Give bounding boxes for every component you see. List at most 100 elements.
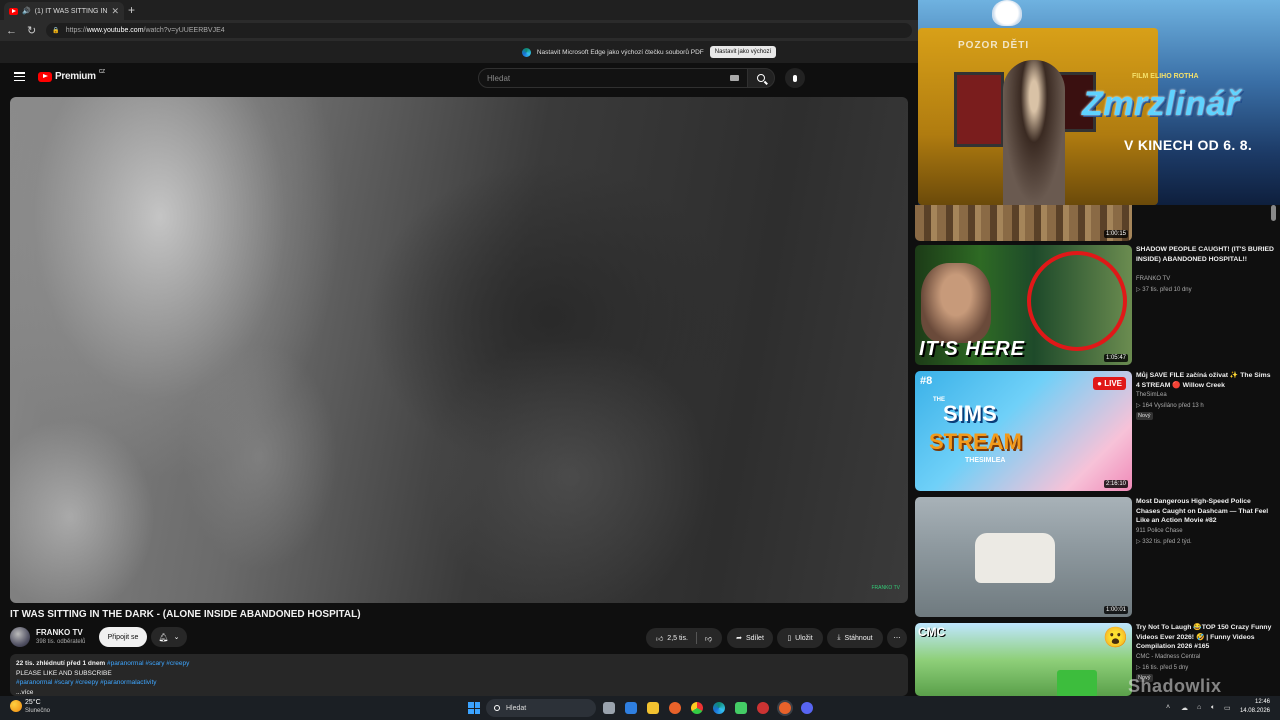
save-label: Uložit <box>795 634 813 642</box>
like-count[interactable]: 2,5 tis. <box>667 635 688 642</box>
firefox-icon[interactable] <box>669 702 681 714</box>
duration-badge: 1:00:15 <box>1103 230 1128 238</box>
weather-description[interactable]: Slunečno <box>25 708 50 714</box>
related-video[interactable]: 1:00:15 <box>915 205 1278 241</box>
channel-avatar[interactable] <box>10 627 30 647</box>
download-button[interactable]: ⤓ Stáhnout <box>827 628 883 648</box>
download-icon: ⤓ <box>837 634 841 641</box>
chevron-down-icon: ⌄ <box>173 634 180 641</box>
battery-icon[interactable]: ▭ <box>1224 704 1231 712</box>
divider <box>695 632 697 644</box>
tab-close-icon[interactable]: ✕ <box>111 6 119 17</box>
thumbnail-sims-text: SIMS <box>943 401 997 426</box>
edge-logo-icon <box>521 47 531 57</box>
menu-icon[interactable] <box>14 72 25 81</box>
ad-brand: FILM ELIHO ROTHA <box>1132 73 1199 80</box>
laughing-emoji-icon: 😮 <box>1103 627 1128 649</box>
windows-start-icon[interactable] <box>468 702 480 714</box>
clock-date[interactable]: 14.08.2026 <box>1232 708 1270 714</box>
thumbnail-stream-text: STREAM <box>929 429 1022 454</box>
video-player[interactable]: FRANKO TV <box>10 97 908 603</box>
video-thumbnail[interactable]: 1:00:15 <box>915 205 1132 241</box>
url-field[interactable]: 🔒 https://www.youtube.com/watch?v=yUUEER… <box>46 23 912 38</box>
related-video-channel[interactable]: 911 Police Chase <box>1136 528 1183 534</box>
search-icon <box>494 705 500 711</box>
download-label: Stáhnout <box>844 634 873 642</box>
reload-icon[interactable]: ↻ <box>27 24 36 37</box>
ad-banner[interactable]: POZOR DĚTI FILM ELIHO ROTHA Zmrzlinář V … <box>918 0 1280 205</box>
video-thumbnail[interactable]: #8 ● LIVE THE SIMS STREAM THESIMLEA 2:16… <box>915 371 1132 491</box>
logo-text: Premium <box>55 71 96 82</box>
country-code: CZ <box>98 68 105 75</box>
related-video-title[interactable]: Most Dangerous High-Speed Police Chases … <box>1136 497 1276 526</box>
join-button[interactable]: Připojit se <box>99 627 147 647</box>
video-description[interactable]: 22 tis. zhlédnutí před 1 dnem #paranorma… <box>10 654 908 696</box>
overlay-watermark: Shadowlix <box>1128 676 1222 696</box>
related-video-title[interactable]: Try Not To Laugh 😂TOP 150 Crazy Funny Vi… <box>1136 623 1276 652</box>
youtube-favicon-icon <box>9 7 18 15</box>
related-video[interactable]: 1:00:01 Most Dangerous High-Speed Police… <box>915 497 1278 617</box>
app-icon[interactable] <box>757 702 769 714</box>
edge-icon[interactable] <box>713 702 725 714</box>
weather-temperature[interactable]: 25°C <box>25 699 41 706</box>
related-video[interactable]: #8 ● LIVE THE SIMS STREAM THESIMLEA 2:16… <box>915 371 1278 491</box>
thumbnail-channel-text: THESIMLEA <box>965 457 1006 464</box>
cloud-icon[interactable]: ☁ <box>1181 704 1188 712</box>
related-video[interactable]: IT'S HERE 1:05:47 SHADOW PEOPLE CAUGHT! … <box>915 245 1278 365</box>
chrome-icon[interactable] <box>691 702 703 714</box>
video-thumbnail[interactable]: CMC 😮 <box>915 623 1132 696</box>
tray-chevron-icon[interactable]: ˄ <box>1166 704 1170 711</box>
volume-icon[interactable]: 🔈︎ <box>1211 704 1215 712</box>
clock-time[interactable]: 12:46 <box>1238 699 1270 705</box>
search-input[interactable]: Hledat <box>478 68 748 88</box>
sidebar-scrollbar[interactable] <box>1271 205 1276 221</box>
thumbs-up-icon[interactable]: 👍︎ <box>656 634 663 643</box>
speaker-icon[interactable]: 🔊 <box>22 7 31 15</box>
taskbar-search[interactable]: Hledat <box>486 699 596 717</box>
video-thumbnail[interactable]: IT'S HERE 1:05:47 <box>915 245 1132 365</box>
ad-sign-text: POZOR DĚTI <box>958 40 1030 51</box>
keyboard-icon[interactable] <box>730 75 739 81</box>
sun-icon[interactable] <box>10 700 22 712</box>
related-video-title[interactable]: SHADOW PEOPLE CAUGHT! (IT'S BURIED INSID… <box>1136 245 1276 264</box>
related-video-meta: ▷ 164 Vysíláno před 13 h <box>1136 403 1204 409</box>
discord-icon[interactable] <box>801 702 813 714</box>
store-icon[interactable] <box>735 702 747 714</box>
windows-taskbar <box>0 696 1280 720</box>
related-video-channel[interactable]: FRANKO TV <box>1136 276 1170 282</box>
duration-badge: 1:00:01 <box>1103 606 1128 614</box>
address-bar-row: ← ↻ 🔒 https://www.youtube.com/watch?v=yU… <box>0 20 918 41</box>
ad-title: Zmrzlinář <box>1082 85 1240 123</box>
youtube-logo[interactable]: Premium CZ <box>38 68 105 82</box>
video-thumbnail[interactable]: 1:00:01 <box>915 497 1132 617</box>
related-video-channel[interactable]: CMC - Madness Central <box>1136 654 1200 660</box>
network-icon[interactable]: ⌂ <box>1197 704 1201 711</box>
subscription-bell-button[interactable]: 🔔︎ ⌄ <box>151 627 187 647</box>
share-button[interactable]: ➦ Sdílet <box>727 628 773 648</box>
voice-search-button[interactable] <box>785 68 805 88</box>
channel-name[interactable]: FRANKO TV <box>36 628 83 637</box>
widgets-icon[interactable] <box>625 702 637 714</box>
firefox-active-icon[interactable] <box>779 702 791 714</box>
bookmark-icon: ▯ <box>787 635 792 642</box>
live-badge: ● LIVE <box>1093 377 1126 390</box>
set-default-button[interactable]: Nastavit jako výchozí <box>709 46 777 58</box>
back-icon[interactable]: ← <box>6 25 17 37</box>
search-button[interactable] <box>747 68 775 88</box>
more-actions-button[interactable]: ⋯ <box>887 628 907 648</box>
description-hashtags[interactable]: #paranormal #scary #creepy #paranormalac… <box>16 678 902 688</box>
browser-tab-bar <box>0 0 918 20</box>
thumbs-down-icon[interactable]: 👎︎ <box>705 634 712 643</box>
related-video-meta: ▷ 37 tis. před 10 dny <box>1136 287 1192 293</box>
description-more[interactable]: ...více <box>16 688 902 697</box>
related-video-channel[interactable]: TheSimLea <box>1136 392 1167 398</box>
description-line: PLEASE LIKE AND SUBSCRIBE <box>16 669 112 677</box>
save-button[interactable]: ▯ Uložit <box>777 628 823 648</box>
lock-icon: 🔒 <box>52 28 60 34</box>
new-tab-button[interactable]: + <box>128 3 135 17</box>
browser-tab[interactable]: 🔊 (1) IT WAS SITTING IN THE DA ✕ <box>4 2 124 20</box>
youtube-play-icon <box>38 71 52 82</box>
task-view-icon[interactable] <box>603 702 615 714</box>
related-video-title[interactable]: Můj SAVE FILE začíná oživat ✨ The Sims 4… <box>1136 371 1276 390</box>
file-explorer-icon[interactable] <box>647 702 659 714</box>
